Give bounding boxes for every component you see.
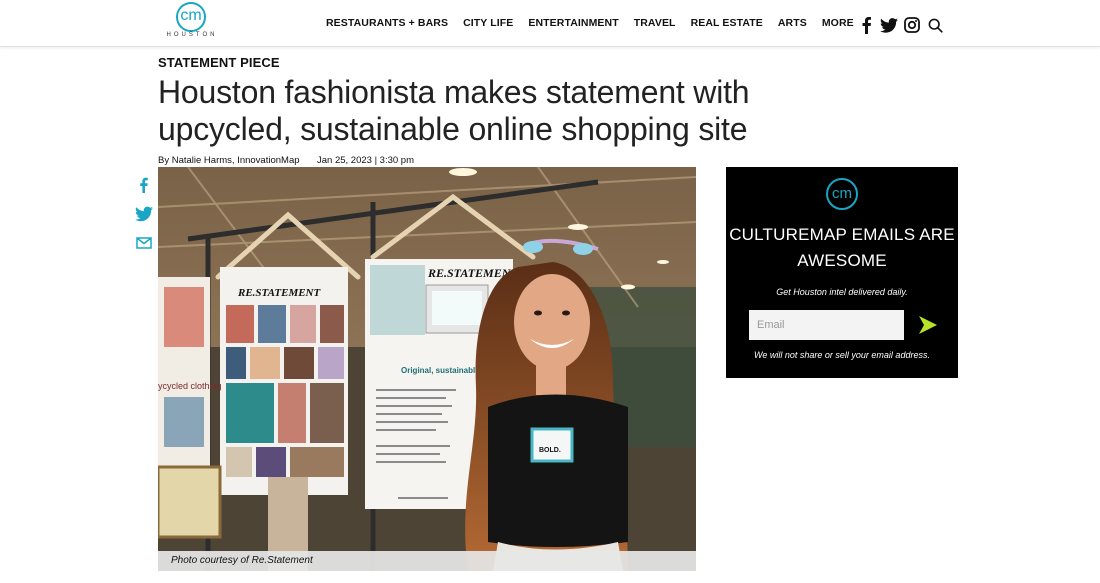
logo-city: HOUSTON	[166, 32, 218, 38]
newsletter-title: CULTUREMAP EMAILS ARE AWESOME	[729, 225, 955, 270]
share-email-icon[interactable]	[135, 234, 153, 252]
article-headline: Houston fashionista makes statement with…	[158, 74, 750, 147]
nav-entertainment[interactable]: ENTERTAINMENT	[528, 17, 618, 29]
newsletter-signup: cm CULTUREMAP EMAILS ARE AWESOME Get Hou…	[726, 167, 958, 378]
newsletter-privacy-note: We will not share or sell your email add…	[754, 350, 930, 360]
twitter-icon[interactable]	[880, 16, 898, 34]
photo-caption: Photo courtesy of Re.Statement	[171, 555, 313, 566]
newsletter-logo-mark: cm	[832, 185, 852, 202]
share-twitter-icon[interactable]	[135, 205, 153, 223]
newsletter-submit-button[interactable]	[917, 314, 939, 336]
header-social	[857, 16, 949, 34]
nav-travel[interactable]: TRAVEL	[634, 17, 676, 29]
search-icon[interactable]	[926, 16, 944, 34]
nav-more[interactable]: MORE	[822, 17, 854, 29]
main-nav: RESTAURANTS + BARS CITY LIFE ENTERTAINME…	[326, 17, 854, 29]
article-byline[interactable]: By Natalie Harms, InnovationMap	[158, 155, 300, 166]
nav-restaurants-bars[interactable]: RESTAURANTS + BARS	[326, 17, 448, 29]
name-tag-text: BOLD.	[539, 447, 561, 454]
photo-caption-bar: Photo courtesy of Re.Statement	[158, 551, 696, 571]
nav-real-estate[interactable]: REAL ESTATE	[691, 17, 763, 29]
article-photo[interactable]: RE.STATEMENT ycycled clothing RE.STATEME…	[158, 167, 696, 571]
left-partial-text: ycycled clothing	[158, 381, 222, 391]
newsletter-logo-icon: cm	[826, 178, 858, 210]
share-facebook-icon[interactable]	[135, 176, 153, 194]
instagram-icon[interactable]	[903, 16, 921, 34]
share-column	[135, 176, 155, 263]
left-board-title: RE.STATEMENT	[237, 287, 322, 299]
article-kicker[interactable]: STATEMENT PIECE	[158, 55, 280, 70]
logo-circle-icon: cm	[176, 2, 206, 32]
nav-city-life[interactable]: CITY LIFE	[463, 17, 513, 29]
send-arrow-icon	[919, 316, 937, 334]
facebook-icon[interactable]	[857, 16, 875, 34]
site-header: cm HOUSTON RESTAURANTS + BARS CITY LIFE …	[0, 0, 1100, 47]
culturemap-logo[interactable]: cm HOUSTON	[158, 2, 226, 42]
nav-arts[interactable]: ARTS	[778, 17, 807, 29]
newsletter-subtitle: Get Houston intel delivered daily.	[776, 287, 908, 297]
article-date: Jan 25, 2023 | 3:30 pm	[317, 155, 415, 166]
newsletter-email-input[interactable]	[749, 310, 904, 340]
logo-mark: cm	[180, 7, 202, 24]
